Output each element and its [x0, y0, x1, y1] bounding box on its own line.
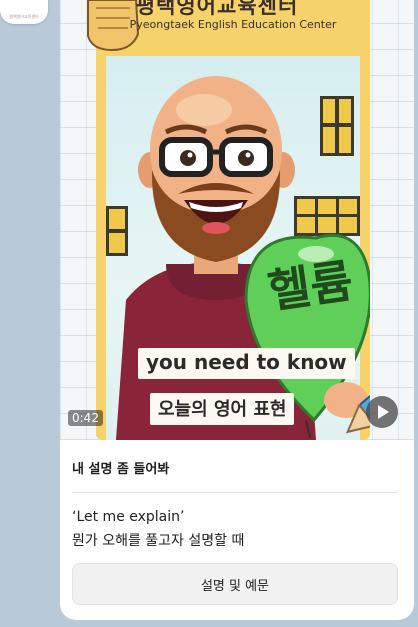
sender-avatar[interactable]: 평택영어교육센터 [0, 0, 48, 24]
video-duration: 0:42 [68, 410, 103, 426]
message-line-2: 뭔가 오해를 풀고자 설명할 때 [72, 533, 245, 549]
caption-korean: 오늘의 영어 표현 [150, 393, 295, 425]
play-button[interactable] [366, 396, 398, 428]
message-line-1: ‘Let me explain’ [72, 509, 185, 525]
caption-english: you need to know [138, 348, 355, 379]
message-title: 내 설명 좀 들어봐 [72, 462, 170, 477]
explanation-button[interactable]: 설명 및 예문 [72, 563, 398, 605]
message-body: 내 설명 좀 들어봐 ‘Let me explain’ 뭔가 오해를 풀고자 설… [72, 440, 398, 550]
video-thumbnail[interactable]: 헬륨 평택영어교육센터 Pyeongtaek English Education… [60, 0, 414, 440]
avatar-label: 평택영어교육센터 [9, 14, 39, 19]
play-icon [378, 405, 389, 419]
header-korean: 평택영어교육센터 [135, 0, 299, 18]
header-english: Pyeongtaek English Education Center [129, 18, 337, 31]
divider [72, 492, 398, 493]
message-card: 헬륨 평택영어교육센터 Pyeongtaek English Education… [60, 0, 414, 620]
